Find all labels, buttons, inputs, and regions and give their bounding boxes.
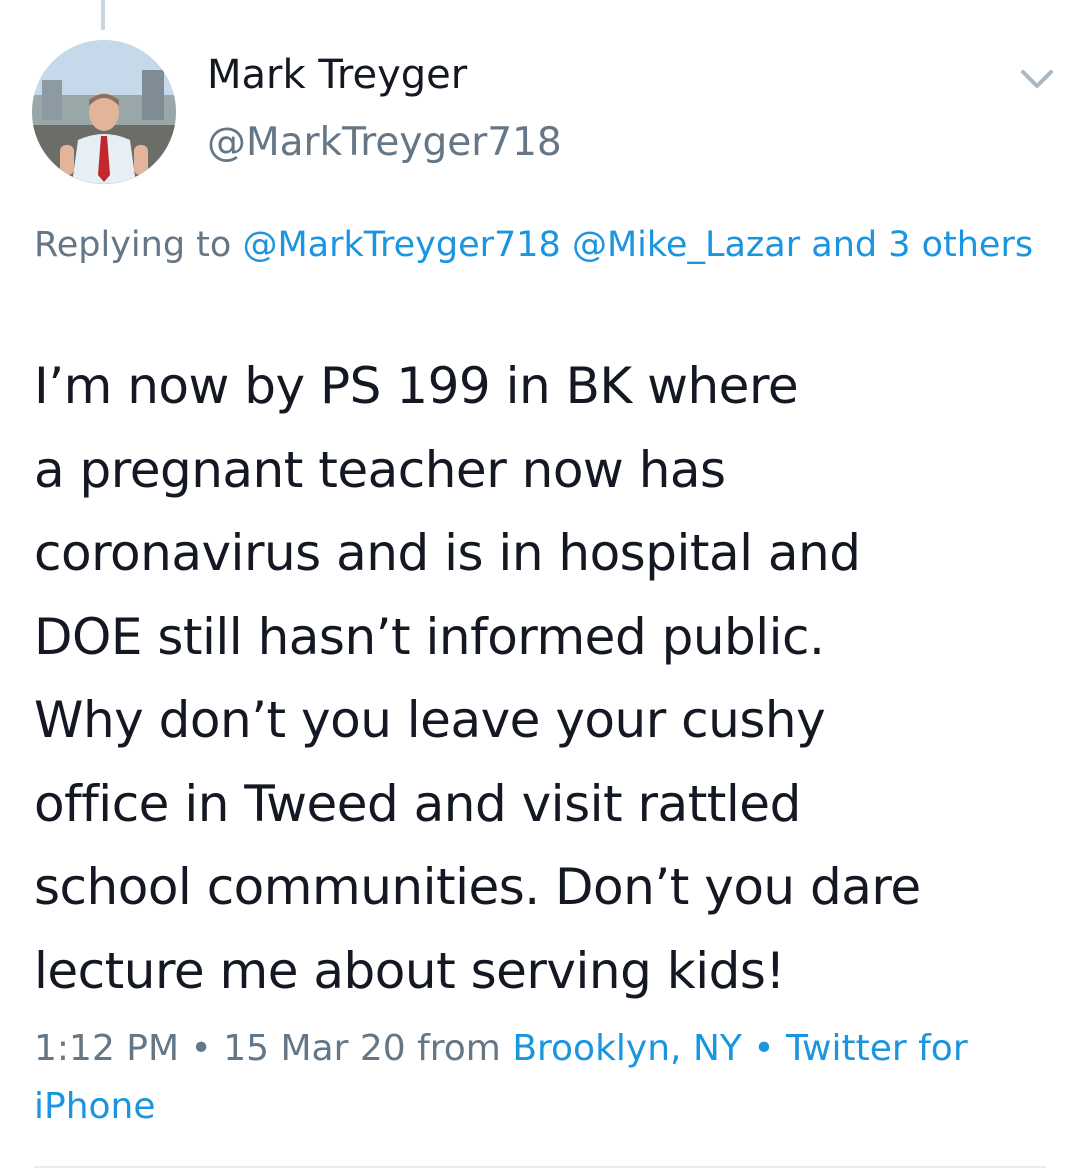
location-link[interactable]: Brooklyn, NY — [512, 1028, 742, 1069]
from-label: from — [417, 1028, 501, 1069]
author-avatar[interactable] — [32, 40, 176, 184]
reply-context: Replying to @MarkTreyger718 @Mike_Lazar … — [34, 216, 1054, 274]
tweet-line: office in Tweed and visit rattled — [34, 774, 801, 833]
reply-mention-2[interactable]: @Mike_Lazar — [572, 225, 800, 265]
author-display-name[interactable]: Mark Treyger — [207, 52, 467, 98]
reply-mention-1[interactable]: @MarkTreyger718 — [242, 225, 560, 265]
reply-others-link[interactable]: and 3 others — [811, 225, 1033, 265]
meta-separator: • — [753, 1028, 775, 1069]
tweet-line: a pregnant teacher now has — [34, 440, 726, 499]
tweet-line: coronavirus and is in hospital and — [34, 524, 861, 582]
author-handle[interactable]: @MarkTreyger718 — [207, 120, 562, 165]
avatar-image — [32, 40, 176, 184]
divider — [34, 1166, 1046, 1168]
tweet-line: school communities. Don’t you dare — [34, 858, 921, 916]
tweet-line: I’m now by PS 199 in BK where — [34, 357, 799, 415]
tweet-text: I’m now by PS 199 in BK where a pregnant… — [34, 345, 1054, 1013]
tweet-line: Why don’t you leave your cushy — [34, 691, 826, 749]
meta-separator: • — [190, 1028, 212, 1069]
tweet-line: lecture me about serving kids! — [34, 941, 785, 1000]
tweet-time[interactable]: 1:12 PM — [34, 1028, 179, 1069]
tweet-metadata: 1:12 PM • 15 Mar 20 from Brooklyn, NY • … — [34, 1020, 1054, 1136]
thread-connector-line — [101, 0, 105, 30]
tweet-date[interactable]: 15 Mar 20 — [223, 1028, 405, 1069]
tweet-line: DOE still hasn’t informed public. — [34, 607, 825, 666]
reply-prefix: Replying to — [34, 225, 232, 265]
chevron-down-icon[interactable] — [1015, 58, 1059, 98]
